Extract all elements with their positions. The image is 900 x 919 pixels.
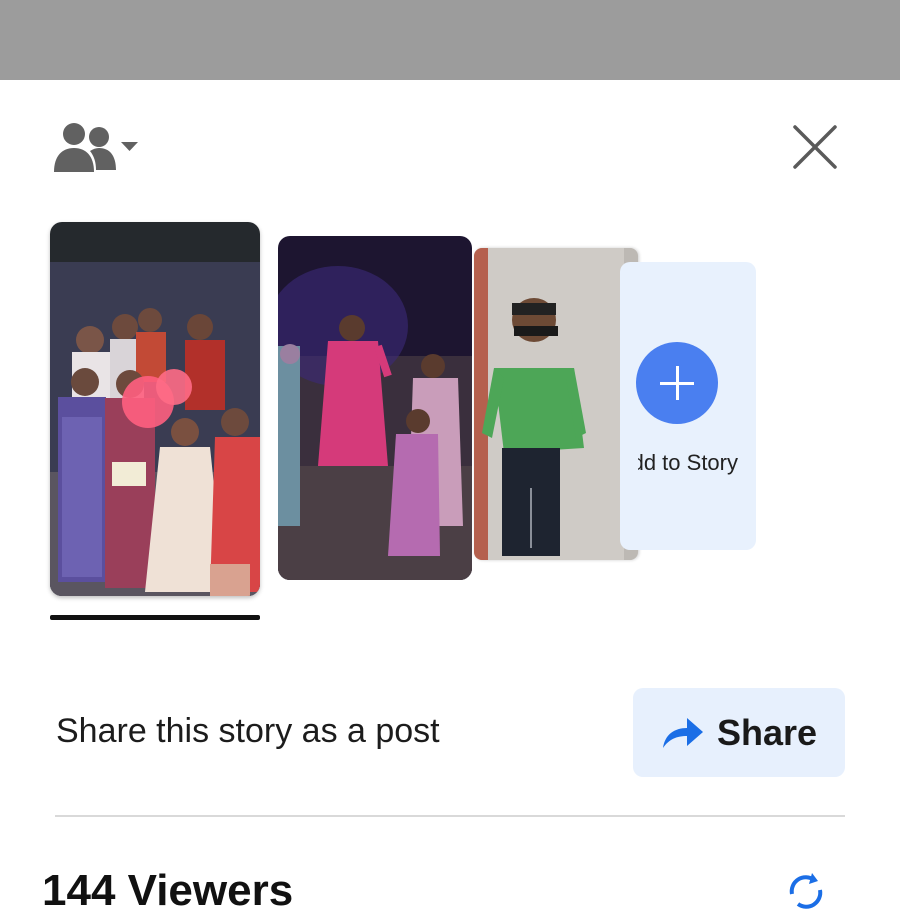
story-thumbnail-1[interactable] bbox=[50, 222, 260, 596]
caret-down-icon bbox=[121, 142, 138, 151]
story-photo-2 bbox=[278, 236, 472, 580]
story-thumbnail-3[interactable] bbox=[474, 248, 638, 560]
story-photo-3 bbox=[474, 248, 638, 560]
share-prompt-text: Share this story as a post bbox=[56, 712, 440, 750]
add-story-button[interactable] bbox=[636, 342, 718, 424]
dimmed-background[interactable] bbox=[0, 0, 900, 80]
close-button[interactable] bbox=[790, 122, 840, 172]
story-thumbnail-2[interactable] bbox=[278, 236, 472, 580]
viewers-count-title: 144 Viewers bbox=[42, 866, 294, 915]
share-button[interactable]: Share bbox=[633, 688, 845, 777]
refresh-icon bbox=[789, 873, 823, 909]
story-photo-1 bbox=[50, 222, 260, 596]
active-story-indicator bbox=[50, 615, 260, 620]
audience-selector-button[interactable] bbox=[52, 118, 144, 176]
refresh-button[interactable] bbox=[784, 870, 828, 914]
add-to-story-label: Add to Story bbox=[638, 450, 738, 475]
share-button-label: Share bbox=[717, 712, 818, 753]
share-arrow-icon bbox=[663, 718, 703, 748]
close-icon bbox=[793, 125, 837, 169]
divider bbox=[55, 815, 845, 817]
